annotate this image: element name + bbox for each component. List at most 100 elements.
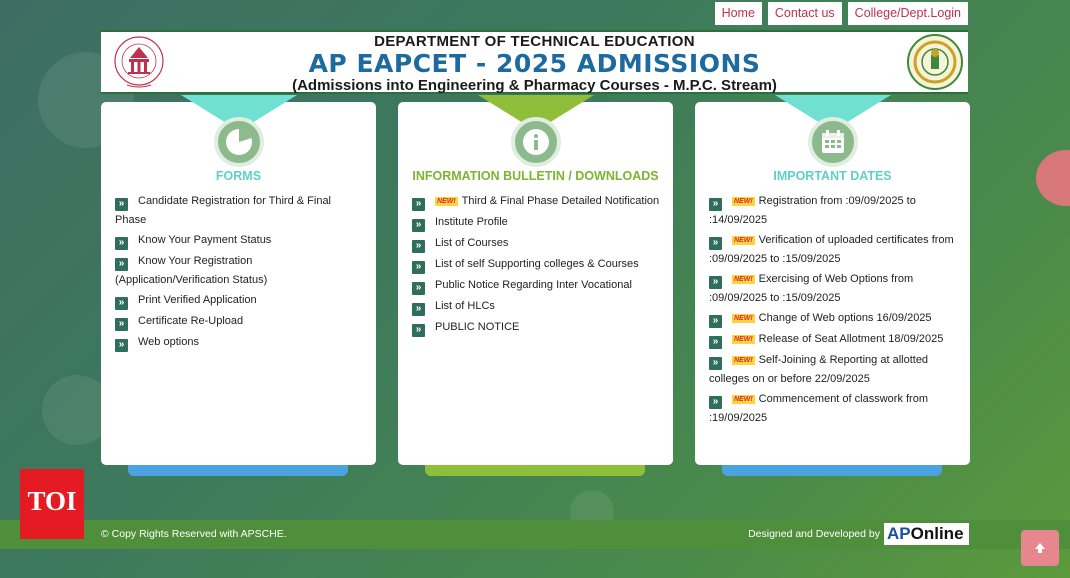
info-item-label: List of HLCs [435,300,495,312]
scroll-to-top-button[interactable] [1021,530,1059,566]
ap-govt-emblem [907,34,963,90]
designed-by-text: Designed and Developed by [748,528,880,540]
pie-chart-icon [225,128,252,155]
nav-contact-link[interactable]: Contact us [767,2,842,25]
list-item[interactable]: » Candidate Registration for Third & Fina… [115,192,364,229]
aponline-logo-online: Online [910,524,964,543]
dates-heading: IMPORTANT DATES [773,169,892,183]
list-item[interactable]: » PUBLIC NOTICE [412,318,661,337]
dates-list: » NEW! Registration from :09/09/2025 to :1… [709,192,958,429]
dates-card-bottom-bar [722,465,942,476]
double-chevron-right-icon: » [709,237,722,250]
double-chevron-right-icon: » [709,396,722,409]
info-bulletin-card: INFORMATION BULLETIN / DOWNLOADS » NEW! Th… [398,95,673,476]
double-chevron-right-icon: » [709,315,722,328]
list-item[interactable]: » NEW! Exercising of Web Options from :09/… [709,270,958,307]
list-item[interactable]: » NEW! Self-Joining & Reporting at allotte… [709,351,958,388]
list-item[interactable]: » Public Notice Regarding Inter Vocationa… [412,276,661,295]
double-chevron-right-icon: » [115,237,128,250]
double-chevron-right-icon: » [709,336,722,349]
double-chevron-right-icon: » [115,258,128,271]
apsche-logo [114,36,164,88]
dates-card-icon-badge [807,117,858,167]
double-chevron-right-icon: » [412,282,425,295]
new-badge: NEW! [435,197,458,206]
info-item-label: PUBLIC NOTICE [435,321,520,333]
double-chevron-right-icon: » [709,357,722,370]
info-item-label: Institute Profile [435,216,508,228]
info-item-label: Third & Final Phase Detailed Notificatio… [461,195,660,207]
list-item[interactable]: » NEW! Change of Web options 16/09/2025 [709,309,958,328]
new-badge: NEW! [732,275,755,284]
aponline-logo-ap: AP [887,524,911,543]
list-item[interactable]: » List of Courses [412,234,661,253]
arrow-up-icon [1035,543,1045,553]
list-item[interactable]: » NEW! Third & Final Phase Detailed Notifi… [412,192,661,211]
nav-home-link[interactable]: Home [714,2,762,25]
list-item[interactable]: » Know Your Payment Status [115,231,364,250]
forms-card-icon-badge [213,117,264,167]
list-item[interactable]: » NEW! Release of Seat Allotment 18/09/202… [709,330,958,349]
new-badge: NEW! [732,395,755,404]
list-item[interactable]: » List of HLCs [412,297,661,316]
info-list: » NEW! Third & Final Phase Detailed Notifi… [412,192,661,339]
list-item[interactable]: » Web options [115,333,364,352]
double-chevron-right-icon: » [709,198,722,211]
new-badge: NEW! [732,314,755,323]
aponline-logo[interactable]: APOnline [884,523,969,545]
double-chevron-right-icon: » [115,318,128,331]
double-chevron-right-icon: » [115,297,128,310]
forms-item-label: Know Your Registration (Application/Veri… [115,255,268,286]
dates-item-label: Release of Seat Allotment 18/09/2025 [758,333,944,345]
list-item[interactable]: » Know Your Registration (Application/Ver… [115,252,364,289]
info-item-label: List of Courses [435,237,509,249]
list-item[interactable]: » Institute Profile [412,213,661,232]
list-item[interactable]: » Print Verified Application [115,291,364,310]
forms-item-label: Print Verified Application [138,294,257,306]
new-badge: NEW! [732,335,755,344]
page-subtitle: (Admissions into Engineering & Pharmacy … [292,77,777,94]
forms-item-label: Certificate Re-Upload [138,315,244,327]
double-chevron-right-icon: » [412,240,425,253]
forms-item-label: Candidate Registration for Third & Final… [115,195,332,226]
info-card-icon-badge [510,117,561,167]
page-title: AP EAPCET - 2025 ADMISSIONS [308,49,761,78]
double-chevron-right-icon: » [115,198,128,211]
double-chevron-right-icon: » [412,219,425,232]
double-chevron-right-icon: » [115,339,128,352]
copyright-text: © Copy Rights Reserved with APSCHE. [101,528,287,540]
forms-item-label: Know Your Payment Status [138,234,272,246]
nav-college-login-link[interactable]: College/Dept.Login [847,2,968,25]
toi-watermark-logo: TOI [20,469,84,539]
decor-bubble [1036,150,1070,206]
dates-item-label: Change of Web options 16/09/2025 [758,312,932,324]
top-nav: Home Contact us College/Dept.Login [714,2,968,25]
info-icon [522,129,549,155]
page-banner: DEPARTMENT OF TECHNICAL EDUCATION AP EAP… [101,30,968,94]
new-badge: NEW! [732,356,755,365]
forms-heading: FORMS [215,169,262,183]
forms-card-bottom-bar [128,465,348,476]
list-item[interactable]: » List of self Supporting colleges & Cour… [412,255,661,274]
double-chevron-right-icon: » [709,276,722,289]
info-card-bottom-bar [425,465,645,476]
forms-card: FORMS » Candidate Registration for Third … [101,95,376,476]
list-item[interactable]: » NEW! Commencement of classwork from :19/… [709,390,958,427]
list-item[interactable]: » NEW! Registration from :09/09/2025 to :1… [709,192,958,229]
list-item[interactable]: » NEW! Verification of uploaded certificat… [709,231,958,268]
double-chevron-right-icon: » [412,261,425,274]
forms-list: » Candidate Registration for Third & Fina… [115,192,364,354]
department-name: DEPARTMENT OF TECHNICAL EDUCATION [374,33,695,50]
double-chevron-right-icon: » [412,303,425,316]
forms-item-label: Web options [138,336,199,348]
double-chevron-right-icon: » [412,324,425,337]
important-dates-card: IMPORTANT DATES » NEW! Registration from :… [695,95,970,476]
new-badge: NEW! [732,197,755,206]
info-item-label: Public Notice Regarding Inter Vocational [435,279,632,291]
info-item-label: List of self Supporting colleges & Cours… [435,258,639,270]
double-chevron-right-icon: » [412,198,425,211]
info-heading: INFORMATION BULLETIN / DOWNLOADS [412,169,659,183]
calendar-icon [821,130,844,153]
new-badge: NEW! [732,236,755,245]
list-item[interactable]: » Certificate Re-Upload [115,312,364,331]
